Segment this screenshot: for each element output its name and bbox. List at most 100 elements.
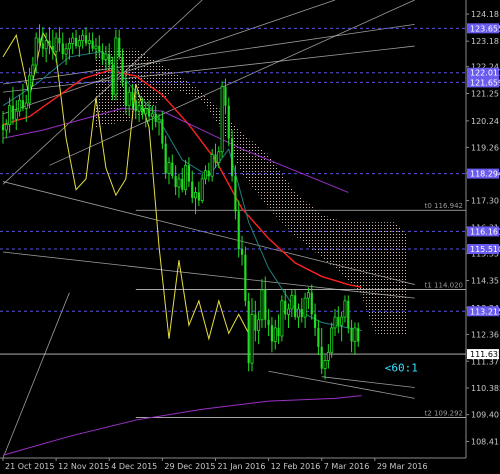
candle <box>157 113 161 136</box>
current-price-tag: 111.635 <box>467 349 500 360</box>
candle <box>320 327 323 374</box>
candle-body-up <box>257 319 261 332</box>
candle <box>317 319 320 356</box>
candle-body-down <box>187 165 191 182</box>
level-price-tag: 113.215 <box>467 306 500 317</box>
candle <box>64 43 68 66</box>
level-labels-layer: 123.655 122.017121.659 118.294 116.161 115.5… <box>467 23 500 360</box>
fib-level-label-0: t0 116.942 <box>425 202 463 210</box>
candle-body-up <box>306 292 310 299</box>
level-price-tag: 115.510 <box>467 244 500 255</box>
candle-body-down <box>1 124 5 131</box>
candle-body-up <box>210 154 214 177</box>
candle-body-up <box>194 192 198 199</box>
candle-body-up <box>296 308 300 318</box>
candle-body-down <box>84 35 88 44</box>
candle-body-down <box>118 37 121 57</box>
candle <box>184 159 188 196</box>
x-tick-label: 21 Oct 2015 <box>5 462 54 471</box>
candle-body-down <box>101 51 104 60</box>
chart-canvas[interactable]: t0 116.942 t1 114.020 t2 109.292 124.18 123… <box>0 0 500 474</box>
candle-body-down <box>357 327 360 342</box>
candle <box>353 322 357 356</box>
level-tag-text: 116.161 <box>470 227 500 236</box>
candle-body-up <box>220 86 224 153</box>
ichimoku-cloud <box>95 48 409 337</box>
candle-body-down <box>131 92 134 101</box>
x-tick-label: 12 Feb 2016 <box>271 462 321 471</box>
candle-body-up <box>290 294 294 310</box>
candle-body-down <box>164 143 167 174</box>
candle <box>244 246 247 307</box>
candle <box>81 29 85 49</box>
candle-body-down <box>350 327 353 342</box>
candle <box>181 168 184 193</box>
candle <box>11 86 15 125</box>
candle <box>287 303 291 328</box>
candle <box>254 300 257 342</box>
candle-body-down <box>270 325 274 342</box>
y-tick-label: 124.18 <box>471 10 499 19</box>
candle <box>48 27 51 55</box>
candle <box>306 287 310 309</box>
candle-body-up <box>150 113 154 117</box>
candle <box>171 154 174 179</box>
candle-body-up <box>81 34 85 42</box>
candle-body-up <box>127 91 131 107</box>
candle-body-down <box>320 346 323 369</box>
candle <box>333 308 337 337</box>
candle <box>277 314 280 345</box>
level-price-tag: 116.161 <box>467 226 500 237</box>
candle <box>200 173 204 204</box>
candle-body-up <box>8 105 12 126</box>
price-chart[interactable]: t0 116.942 t1 114.020 t2 109.292 124.18 123… <box>0 0 500 474</box>
candle-body-up <box>217 151 221 164</box>
candle <box>260 279 264 328</box>
level-price-tag: 122.017 <box>467 67 500 78</box>
candle <box>204 165 208 185</box>
candle-body-down <box>141 105 144 114</box>
level-tag-text: 115.510 <box>470 245 500 254</box>
level-tag-text: 122.017 <box>470 69 500 78</box>
candle <box>177 173 181 198</box>
candle <box>273 319 277 350</box>
candle <box>296 303 300 328</box>
level-tag-text: 118.294 <box>470 170 500 179</box>
level-tag-text: 123.655 <box>470 24 500 33</box>
candle-body-down <box>147 108 151 117</box>
candle-body-up <box>104 53 108 61</box>
candle-body-up <box>87 40 91 44</box>
candle <box>350 319 353 353</box>
candle-body-down <box>240 249 244 255</box>
x-tick-label: 12 Nov 2015 <box>58 462 109 471</box>
candle-body-down <box>264 289 267 320</box>
y-tick-label: 108.41 <box>471 437 499 446</box>
candle-body-down <box>347 300 350 328</box>
candle-body-up <box>44 40 48 50</box>
candle <box>164 135 167 179</box>
x-tick-label: 29 Mar 2016 <box>377 462 428 471</box>
candle <box>264 276 267 328</box>
candle <box>14 100 18 131</box>
candle-body-down <box>224 86 227 106</box>
candle-body-down <box>294 295 297 318</box>
x-tick-label: 4 Dec 2015 <box>111 462 157 471</box>
candle <box>74 29 78 49</box>
candle-body-down <box>254 314 257 331</box>
candle-body-up <box>326 351 330 361</box>
candle-body-down <box>337 317 340 326</box>
candle-body-down <box>313 314 317 328</box>
candle <box>343 295 347 323</box>
candle-body-down <box>21 100 25 109</box>
candle-body-up <box>34 37 38 66</box>
candle-body-up <box>323 360 327 369</box>
candle-body-down <box>154 113 157 122</box>
candle-body-up <box>260 289 264 321</box>
candle-body-down <box>284 300 287 315</box>
x-tick-label: 29 Dec 2015 <box>164 462 215 471</box>
candle-body-down <box>74 37 78 47</box>
y-tick-label: 123.18 <box>471 37 499 46</box>
candle <box>58 27 61 52</box>
candle <box>207 162 210 182</box>
candle-body-down <box>124 81 127 106</box>
